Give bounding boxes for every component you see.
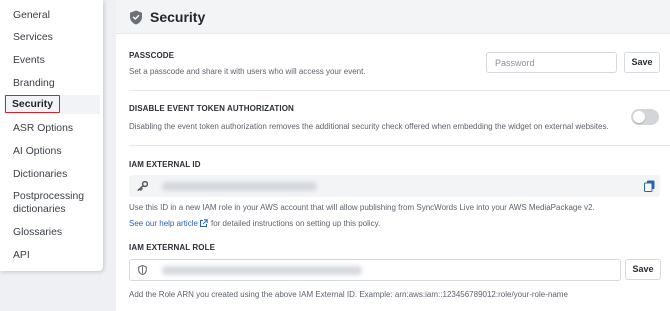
sidebar-item-ai-options[interactable]: AI Options	[13, 145, 62, 158]
page-title: Security	[150, 9, 206, 25]
iam-external-id-description: Use this ID in a new IAM role in your AW…	[129, 203, 595, 212]
key-icon	[137, 181, 148, 191]
sidebar-item-api[interactable]: API	[13, 249, 30, 262]
iam-external-role-value-redacted	[162, 266, 362, 275]
security-panel: Security PASSCODE Set a passcode and sha…	[116, 0, 670, 311]
iam-external-id-label: IAM EXTERNAL ID	[129, 160, 201, 169]
iam-external-role-input[interactable]	[129, 259, 621, 281]
section-divider	[129, 90, 670, 91]
sidebar-item-postprocessing-dictionaries[interactable]: Postprocessing dictionaries	[13, 190, 84, 216]
sidebar-item-label: dictionaries	[13, 204, 66, 215]
toggle-knob	[633, 111, 645, 123]
passcode-save-button[interactable]: Save	[624, 52, 660, 73]
settings-sidebar: General Services Events Branding Securit…	[0, 0, 103, 271]
help-article-text: for detailed instructions on setting up …	[211, 219, 381, 228]
token-auth-label: DISABLE EVENT TOKEN AUTHORIZATION	[129, 104, 294, 113]
sidebar-item-security[interactable]: Security	[4, 95, 100, 114]
iam-external-id-value-redacted	[162, 182, 317, 191]
external-link-icon[interactable]	[199, 219, 208, 228]
iam-external-id-field	[129, 175, 660, 197]
passcode-description: Set a passcode and share it with users w…	[129, 67, 366, 76]
sidebar-item-asr-options[interactable]: ASR Options	[13, 122, 73, 135]
sidebar-item-branding[interactable]: Branding	[13, 77, 55, 90]
shield-icon	[138, 265, 147, 275]
section-divider	[129, 145, 670, 146]
sidebar-item-dictionaries[interactable]: Dictionaries	[13, 168, 67, 181]
iam-external-role-label: IAM EXTERNAL ROLE	[129, 243, 216, 252]
panel-header: Security	[116, 0, 670, 34]
sidebar-item-general[interactable]: General	[13, 9, 50, 22]
sidebar-item-services[interactable]: Services	[13, 31, 53, 44]
copy-icon[interactable]	[644, 180, 655, 192]
token-auth-description: Disabling the event token authorization …	[129, 122, 609, 131]
sidebar-item-events[interactable]: Events	[13, 54, 45, 67]
sidebar-item-glossaries[interactable]: Glossaries	[13, 226, 62, 239]
token-auth-toggle[interactable]	[631, 109, 659, 125]
passcode-input[interactable]	[486, 52, 617, 73]
sidebar-item-label: Postprocessing	[13, 191, 85, 202]
help-article-link[interactable]: See our help article	[129, 219, 198, 228]
passcode-label: PASSCODE	[129, 51, 175, 60]
sidebar-item-label: Security	[12, 99, 54, 110]
app: General Services Events Branding Securit…	[0, 0, 670, 311]
iam-external-role-description: Add the Role ARN you created using the a…	[129, 290, 568, 299]
shield-icon	[130, 10, 142, 25]
role-save-button[interactable]: Save	[625, 259, 661, 280]
